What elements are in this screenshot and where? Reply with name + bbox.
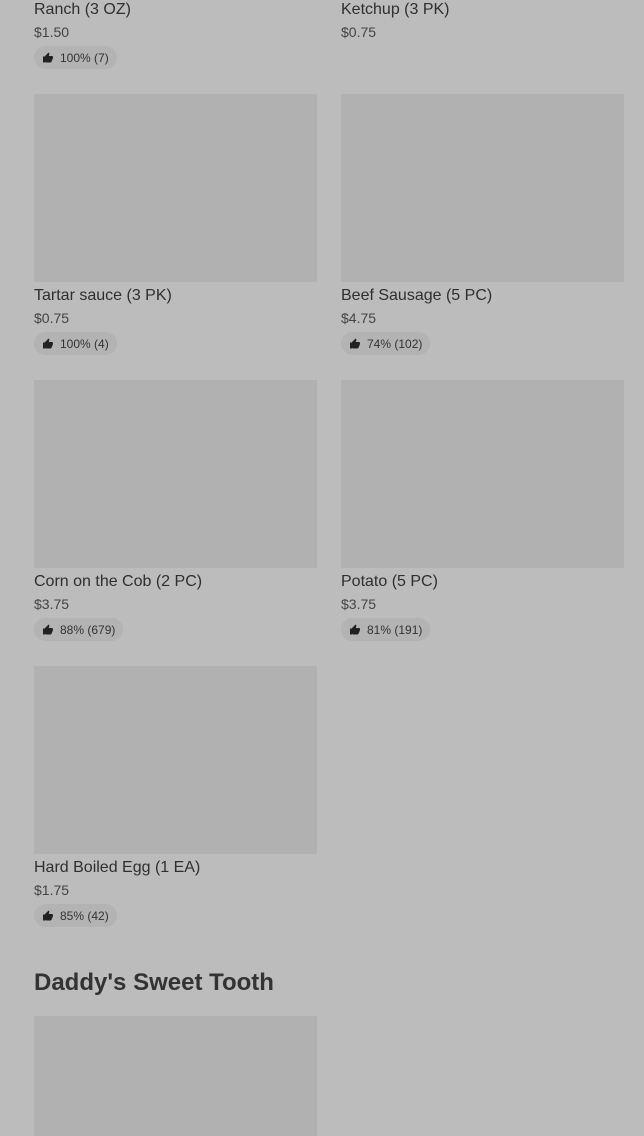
item-price: $4.75 bbox=[341, 310, 377, 326]
menu-item-card[interactable]: Corn on the Cob (2 PC) $3.75 88% (679) bbox=[34, 380, 317, 641]
item-name: Beef Sausage (5 PC) bbox=[341, 287, 493, 304]
section-title: Daddy's Sweet Tooth bbox=[34, 969, 274, 996]
rating-text: 100% (7) bbox=[60, 50, 109, 65]
menu-item-card[interactable] bbox=[34, 1016, 317, 1136]
thumbs-up-icon bbox=[42, 52, 54, 64]
menu-item-card[interactable]: Hard Boiled Egg (1 EA) $1.75 85% (42) bbox=[34, 666, 317, 927]
item-image bbox=[34, 380, 317, 568]
rating-badge: 88% (679) bbox=[34, 618, 124, 641]
item-image bbox=[341, 380, 624, 568]
rating-badge: 81% (191) bbox=[341, 618, 431, 641]
rating-badge: 100% (4) bbox=[34, 332, 117, 355]
item-price: $3.75 bbox=[341, 596, 377, 612]
rating-text: 88% (679) bbox=[60, 622, 116, 637]
rating-text: 85% (42) bbox=[60, 908, 109, 923]
rating-text: 74% (102) bbox=[367, 336, 423, 351]
thumbs-up-icon bbox=[349, 624, 361, 636]
item-price: $3.75 bbox=[34, 596, 70, 612]
rating-text: 81% (191) bbox=[367, 622, 423, 637]
item-name: Potato (5 PC) bbox=[341, 573, 438, 590]
item-price: $1.50 bbox=[34, 24, 70, 40]
thumbs-up-icon bbox=[42, 910, 54, 922]
rating-badge: 74% (102) bbox=[341, 332, 431, 355]
rating-badge: 85% (42) bbox=[34, 904, 117, 927]
item-name: Ranch (3 OZ) bbox=[34, 1, 131, 18]
thumbs-up-icon bbox=[42, 338, 54, 350]
thumbs-up-icon bbox=[42, 624, 54, 636]
item-name: Ketchup (3 PK) bbox=[341, 1, 450, 18]
rating-text: 100% (4) bbox=[60, 336, 109, 351]
item-price: $1.75 bbox=[34, 882, 70, 898]
item-price: $0.75 bbox=[34, 310, 70, 326]
menu-item-card[interactable]: Ketchup (3 PK) $0.75 bbox=[341, 0, 624, 41]
item-price: $0.75 bbox=[341, 24, 377, 40]
item-image bbox=[34, 94, 317, 282]
thumbs-up-icon bbox=[349, 338, 361, 350]
item-name: Hard Boiled Egg (1 EA) bbox=[34, 859, 201, 876]
menu-item-card[interactable]: Beef Sausage (5 PC) $4.75 74% (102) bbox=[341, 94, 624, 355]
item-name: Tartar sauce (3 PK) bbox=[34, 287, 172, 304]
menu-item-card[interactable]: Ranch (3 OZ) $1.50 100% (7) bbox=[34, 0, 317, 69]
item-name: Corn on the Cob (2 PC) bbox=[34, 573, 203, 590]
menu-item-card[interactable]: Potato (5 PC) $3.75 81% (191) bbox=[341, 380, 624, 641]
menu-item-card[interactable]: Tartar sauce (3 PK) $0.75 100% (4) bbox=[34, 94, 317, 355]
item-image bbox=[34, 666, 317, 854]
item-image bbox=[341, 94, 624, 282]
rating-badge: 100% (7) bbox=[34, 46, 117, 69]
